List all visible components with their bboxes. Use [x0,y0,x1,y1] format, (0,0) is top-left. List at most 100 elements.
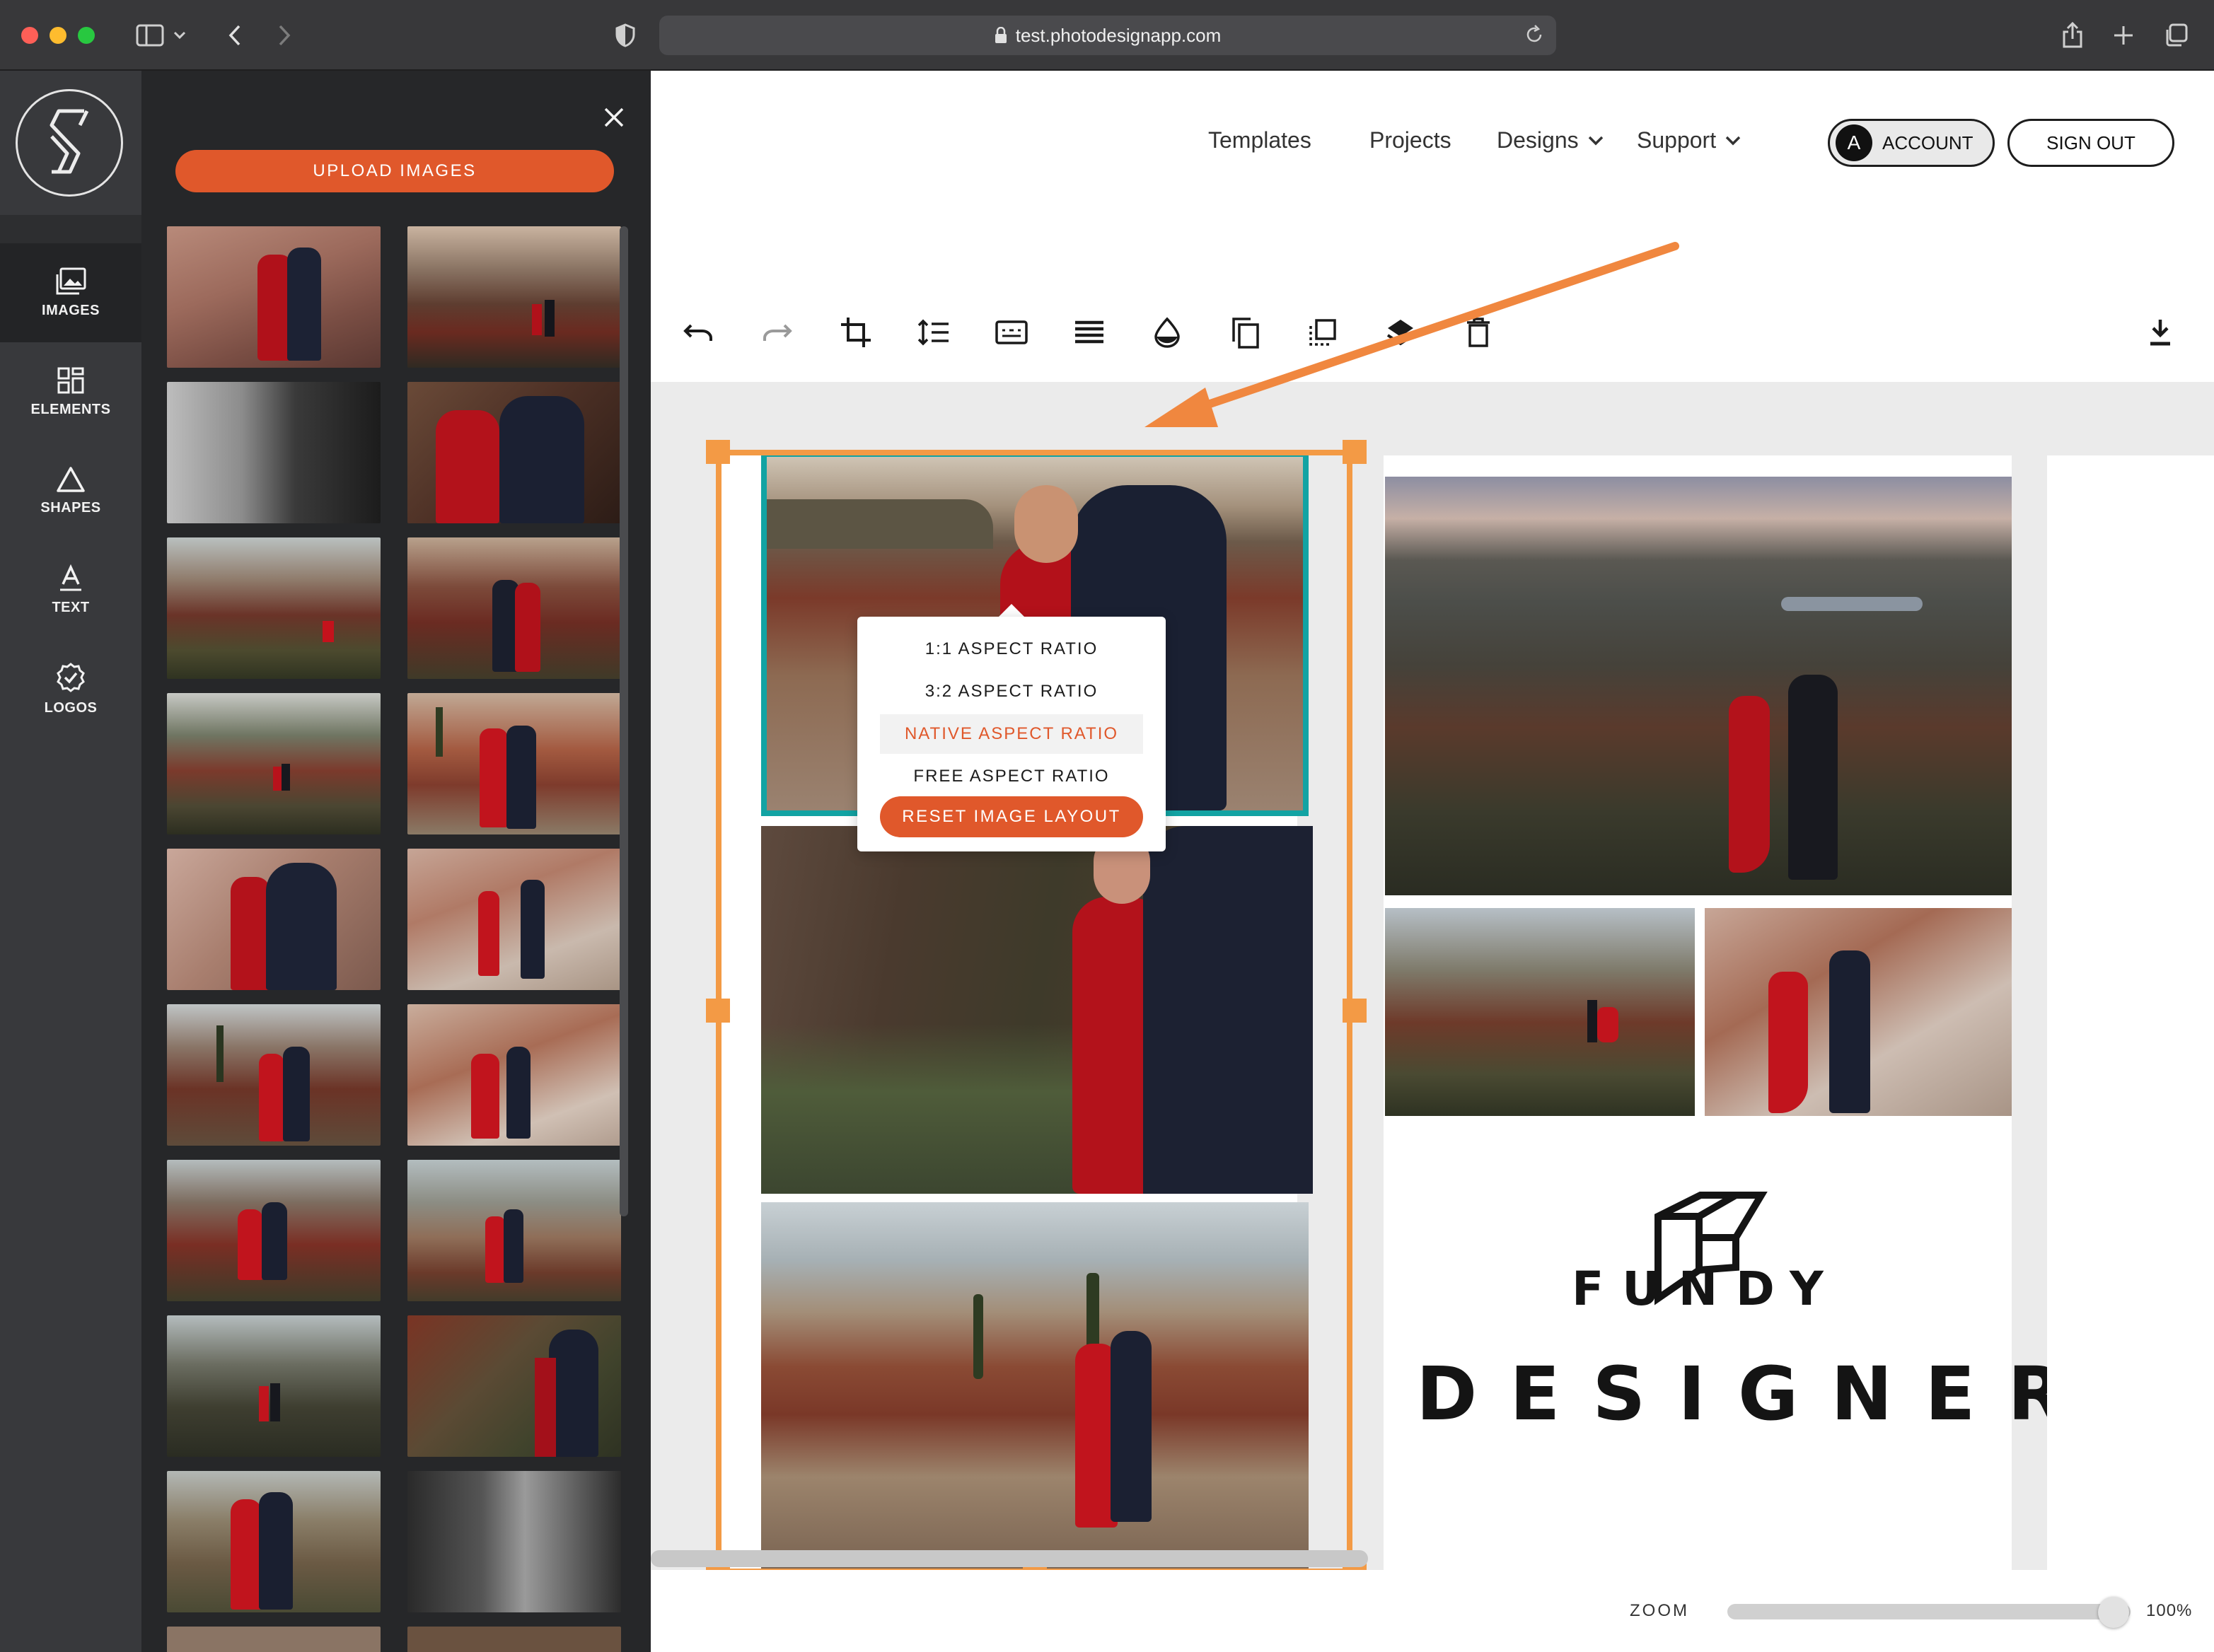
image-thumbnail[interactable] [407,1471,621,1612]
resize-handle-top-left[interactable] [706,440,730,464]
nav-designs-menu[interactable]: Designs [1497,127,1604,153]
close-panel-icon[interactable] [598,102,630,133]
image-thumbnail[interactable] [167,693,381,834]
menu-item-native-aspect[interactable]: NATIVE ASPECT RATIO [880,714,1143,754]
download-icon[interactable] [2140,313,2180,352]
tool-rail: IMAGES ELEMENTS SHAPES TEXT LOGOS [0,71,141,1652]
account-button[interactable]: A ACCOUNT [1828,119,1995,167]
image-thumbnail[interactable] [407,226,621,368]
align-icon[interactable] [1070,313,1109,352]
resize-handle-right[interactable] [1343,999,1367,1023]
photo-right-large[interactable] [1385,477,2012,895]
duplicate-icon[interactable] [1225,313,1265,352]
elements-icon [57,367,84,393]
rail-label-logos: LOGOS [44,699,98,716]
image-thumbnail[interactable] [167,1627,381,1652]
resize-handle-top-right[interactable] [1343,440,1367,464]
new-tab-icon[interactable] [2105,17,2142,54]
main-workspace: Templates Projects Designs Support A ACC… [651,71,2214,1652]
rail-item-shapes[interactable]: SHAPES [0,441,141,540]
rail-divider [0,215,141,243]
zoom-slider[interactable] [1727,1604,2131,1619]
share-icon[interactable] [2054,17,2091,54]
frame-icon[interactable] [1303,313,1343,352]
chevron-down-icon[interactable] [170,17,190,54]
image-thumbnail[interactable] [167,226,381,368]
shapes-icon [57,466,85,492]
sidebar-toggle-icon[interactable] [132,17,168,54]
app-logo[interactable] [16,89,123,197]
zoom-slider-handle[interactable] [2098,1597,2129,1628]
image-thumbnail[interactable] [407,849,621,990]
reload-icon[interactable] [1524,24,1545,50]
design-canvas[interactable]: FUNDY DESIGNER 1:1 ASPECT RATIO 3:2 ASPE… [651,382,2214,1570]
rail-item-elements[interactable]: ELEMENTS [0,342,141,441]
nav-designs-label: Designs [1497,127,1579,153]
line-spacing-icon[interactable] [914,313,954,352]
image-thumbnail[interactable] [167,382,381,523]
image-thumbnail[interactable] [407,693,621,834]
reset-image-layout-button[interactable]: RESET IMAGE LAYOUT [880,796,1143,837]
crop-icon[interactable] [836,313,876,352]
close-window-button[interactable] [21,27,38,44]
photo-right-small-2[interactable] [1705,908,2012,1116]
forward-icon[interactable] [266,17,303,54]
menu-item-1-1-aspect[interactable]: 1:1 ASPECT RATIO [857,629,1166,669]
address-bar[interactable]: test.photodesignapp.com [659,16,1556,55]
nav-templates-link[interactable]: Templates [1208,127,1311,153]
brand-line-2[interactable]: DESIGNER [1384,1351,2065,1437]
image-thumbnail[interactable] [167,1315,381,1457]
menu-item-free-aspect[interactable]: FREE ASPECT RATIO [857,757,1166,796]
privacy-shield-icon[interactable] [607,17,644,54]
logos-icon [57,662,85,692]
image-thumbnail[interactable] [407,1160,621,1301]
browser-chrome: test.photodesignapp.com [0,0,2214,71]
upload-images-button[interactable]: UPLOAD IMAGES [175,150,614,192]
nav-projects-link[interactable]: Projects [1369,127,1451,153]
brand-line-1[interactable]: FUNDY [1384,1262,2012,1316]
lock-icon [995,27,1007,43]
photo-right-small-1[interactable] [1385,908,1695,1116]
tab-overview-icon[interactable] [2157,17,2194,54]
text-icon [60,564,81,591]
aspect-ratio-icon[interactable] [992,313,1031,352]
maximize-window-button[interactable] [78,27,95,44]
image-thumbnail[interactable] [407,1004,621,1146]
redo-icon[interactable] [757,313,796,352]
chevron-down-icon [1588,136,1603,145]
minimize-window-button[interactable] [50,27,66,44]
delete-icon[interactable] [1459,313,1498,352]
image-thumbnail[interactable] [407,537,621,679]
undo-icon[interactable] [679,313,719,352]
rail-item-text[interactable]: TEXT [0,540,141,639]
nav-support-menu[interactable]: Support [1637,127,1741,153]
rail-label-images: IMAGES [42,302,100,318]
rail-item-logos[interactable]: LOGOS [0,639,141,738]
image-thumbnail[interactable] [167,849,381,990]
images-panel: UPLOAD IMAGES [141,71,651,1652]
rail-item-images[interactable]: IMAGES [0,243,141,342]
image-thumbnail[interactable] [407,1315,621,1457]
canvas-scrollbar[interactable] [651,1550,1368,1567]
zoom-bar: ZOOM 100% [651,1570,2214,1652]
image-thumbnail[interactable] [167,537,381,679]
menu-item-3-2-aspect[interactable]: 3:2 ASPECT RATIO [857,672,1166,711]
image-thumbnail[interactable] [407,382,621,523]
top-navigation: Templates Projects Designs Support A ACC… [651,71,2214,212]
chevron-down-icon [1725,136,1741,145]
sign-out-button[interactable]: SIGN OUT [2007,119,2174,167]
resize-handle-left[interactable] [706,999,730,1023]
image-thumbnail[interactable] [167,1004,381,1146]
account-label: ACCOUNT [1882,132,1974,153]
app-logo-icon [50,109,89,174]
layers-icon[interactable] [1381,313,1420,352]
image-thumbnail[interactable] [407,1627,621,1652]
panel-scrollbar[interactable] [620,226,628,1216]
image-thumbnail[interactable] [167,1160,381,1301]
image-thumbnail[interactable] [167,1471,381,1612]
back-icon[interactable] [216,17,253,54]
zoom-value: 100% [2146,1601,2193,1620]
page-next[interactable] [2047,455,2214,1570]
editor-toolbar [651,283,2214,382]
opacity-icon[interactable] [1147,313,1187,352]
